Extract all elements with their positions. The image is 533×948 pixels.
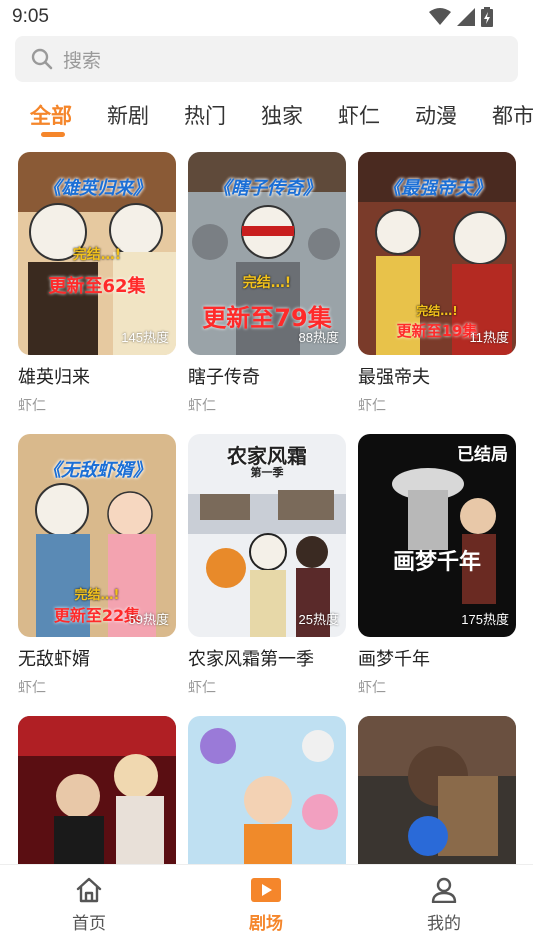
tab-urban[interactable]: 都市 bbox=[492, 100, 533, 130]
nav-theater-label: 剧场 bbox=[249, 914, 283, 934]
status-time: 9:05 bbox=[12, 6, 49, 27]
heat-count: 59热度 bbox=[128, 612, 169, 627]
poster-title: 《最强帝夫》 bbox=[383, 178, 491, 199]
drama-poster[interactable] bbox=[18, 716, 176, 864]
drama-title: 瞎子传奇 bbox=[188, 367, 260, 388]
drama-tag: 虾仁 bbox=[188, 398, 216, 414]
drama-tag: 虾仁 bbox=[358, 680, 386, 696]
poster-subtitle: 第一季 bbox=[250, 466, 284, 479]
poster-title: 《瞎子传奇》 bbox=[213, 178, 321, 199]
drama-poster[interactable] bbox=[358, 716, 516, 864]
tab-all[interactable]: 全部 bbox=[30, 100, 72, 130]
signal-icon bbox=[457, 8, 475, 26]
drama-poster[interactable]: 《最强帝夫》 完结…! 更新至19集 11热度 bbox=[358, 152, 516, 355]
drama-card[interactable]: 《雄英归来》 完结…! 更新至62集 145热度 雄英归来 虾仁 bbox=[18, 152, 176, 415]
poster-update: 更新至62集 bbox=[48, 276, 146, 297]
play-icon bbox=[251, 878, 281, 902]
drama-poster[interactable]: 《无敌虾婿》 完结…! 更新至22集 59热度 bbox=[18, 434, 176, 637]
home-icon bbox=[76, 877, 102, 903]
poster-subtitle: 完结…! bbox=[416, 304, 458, 318]
nav-profile-label: 我的 bbox=[427, 914, 461, 934]
poster-title: 已结局 bbox=[457, 445, 508, 465]
heat-count: 11热度 bbox=[469, 330, 510, 345]
search-bar[interactable]: 搜索 bbox=[15, 36, 518, 82]
drama-poster[interactable] bbox=[188, 716, 346, 864]
battery-icon bbox=[481, 7, 493, 27]
drama-poster[interactable]: 《瞎子传奇》 完结…! 更新至79集 88热度 bbox=[188, 152, 346, 355]
drama-title: 农家风霜第一季 bbox=[188, 649, 314, 670]
drama-card[interactable]: 已结局 画梦千年 175热度 画梦千年 虾仁 bbox=[358, 434, 516, 697]
wifi-icon bbox=[429, 8, 451, 25]
tab-hot[interactable]: 热门 bbox=[184, 100, 226, 130]
nav-home-label: 首页 bbox=[72, 914, 106, 934]
drama-poster[interactable]: 已结局 画梦千年 175热度 bbox=[358, 434, 516, 637]
heat-count: 88热度 bbox=[298, 330, 339, 345]
drama-card[interactable]: 《瞎子传奇》 完结…! 更新至79集 88热度 瞎子传奇 虾仁 bbox=[188, 152, 346, 415]
poster-title: 《无敌虾婿》 bbox=[43, 460, 151, 481]
drama-title: 最强帝夫 bbox=[358, 367, 430, 388]
category-tabs: 全部 新剧 热门 独家 虾仁 动漫 都市 bbox=[0, 92, 533, 140]
poster-subtitle: 完结…! bbox=[74, 588, 120, 603]
drama-poster[interactable]: 《雄英归来》 完结…! 更新至62集 145热度 bbox=[18, 152, 176, 355]
nav-home[interactable]: 首页 bbox=[44, 877, 134, 934]
drama-tag: 虾仁 bbox=[358, 398, 386, 414]
search-icon bbox=[31, 48, 53, 70]
heat-count: 175热度 bbox=[461, 612, 509, 627]
tab-exclusive[interactable]: 独家 bbox=[261, 100, 303, 130]
drama-grid: 《雄英归来》 完结…! 更新至62集 145热度 雄英归来 虾仁 《瞎子传奇》 … bbox=[0, 152, 533, 864]
tab-xiaren[interactable]: 虾仁 bbox=[338, 100, 380, 130]
drama-card[interactable] bbox=[188, 716, 346, 864]
status-bar: 9:05 bbox=[0, 0, 533, 36]
drama-title: 无敌虾婿 bbox=[18, 649, 90, 670]
nav-theater[interactable]: 剧场 bbox=[221, 877, 311, 934]
drama-card[interactable] bbox=[18, 716, 176, 864]
poster-subtitle: 完结…! bbox=[72, 247, 122, 263]
status-icons bbox=[429, 6, 493, 28]
bottom-nav: 首页 剧场 我的 bbox=[0, 864, 533, 948]
drama-tag: 虾仁 bbox=[18, 680, 46, 696]
heat-count: 145热度 bbox=[121, 330, 169, 345]
drama-card[interactable] bbox=[358, 716, 516, 864]
poster-title: 《雄英归来》 bbox=[43, 178, 151, 199]
user-icon bbox=[431, 877, 457, 903]
search-placeholder: 搜索 bbox=[63, 49, 102, 72]
drama-poster[interactable]: 农家风霜 第一季 25热度 bbox=[188, 434, 346, 637]
tab-anime[interactable]: 动漫 bbox=[415, 100, 457, 130]
drama-card[interactable]: 《无敌虾婿》 完结…! 更新至22集 59热度 无敌虾婿 虾仁 bbox=[18, 434, 176, 697]
heat-count: 25热度 bbox=[298, 612, 339, 627]
drama-card[interactable]: 农家风霜 第一季 25热度 农家风霜第一季 虾仁 bbox=[188, 434, 346, 697]
poster-subtitle: 画梦千年 bbox=[392, 550, 481, 575]
drama-card[interactable]: 《最强帝夫》 完结…! 更新至19集 11热度 最强帝夫 虾仁 bbox=[358, 152, 516, 415]
drama-title: 画梦千年 bbox=[358, 649, 430, 670]
drama-title: 雄英归来 bbox=[18, 367, 90, 388]
tab-new[interactable]: 新剧 bbox=[107, 100, 149, 130]
drama-tag: 虾仁 bbox=[18, 398, 46, 414]
nav-profile[interactable]: 我的 bbox=[399, 877, 489, 934]
poster-subtitle: 完结…! bbox=[242, 275, 292, 291]
drama-tag: 虾仁 bbox=[188, 680, 216, 696]
active-tab-indicator bbox=[41, 132, 65, 137]
